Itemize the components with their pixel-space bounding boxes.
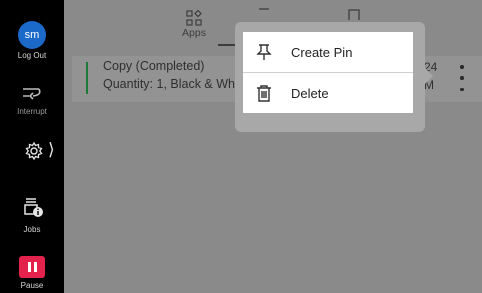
document-icon[interactable] [347,8,361,22]
tab-apps-label: Apps [182,27,206,39]
create-pin-label: Create Pin [291,44,353,60]
delete-label: Delete [291,85,329,101]
status-accent-bar [86,62,88,94]
chevron-right-icon: ⟩ [48,140,55,159]
interrupt-icon[interactable] [21,85,43,101]
trash-icon [257,85,271,102]
context-menu: Create Pin Delete [243,32,413,113]
delete-menu-item[interactable]: Delete [243,72,413,113]
side-rail: sm Log Out Interrupt ⟩ Jobs Pause [0,0,64,293]
create-pin-menu-item[interactable]: Create Pin [243,32,413,72]
popup-arrow [425,68,433,84]
pin-icon[interactable] [258,8,270,22]
user-initials: sm [24,29,40,41]
jobs-icon[interactable] [23,196,43,218]
context-menu-popup: Create Pin Delete [235,22,433,132]
user-avatar[interactable]: sm [18,21,46,49]
more-options-icon[interactable] [456,65,468,91]
pin-icon [256,44,272,60]
gear-icon [25,141,43,161]
apps-icon [186,10,202,26]
jobs-label: Jobs [23,225,41,234]
pause-button[interactable] [19,256,45,278]
job-detail: Quantity: 1, Black & White [103,77,249,91]
job-title: Copy (Completed) [103,59,205,73]
pause-label: Pause [20,281,44,290]
logout-label[interactable]: Log Out [0,51,64,60]
tab-apps[interactable]: Apps [154,0,234,46]
interrupt-label: Interrupt [17,107,47,116]
pause-icon [27,262,31,272]
settings-button[interactable]: ⟩ [24,140,58,162]
